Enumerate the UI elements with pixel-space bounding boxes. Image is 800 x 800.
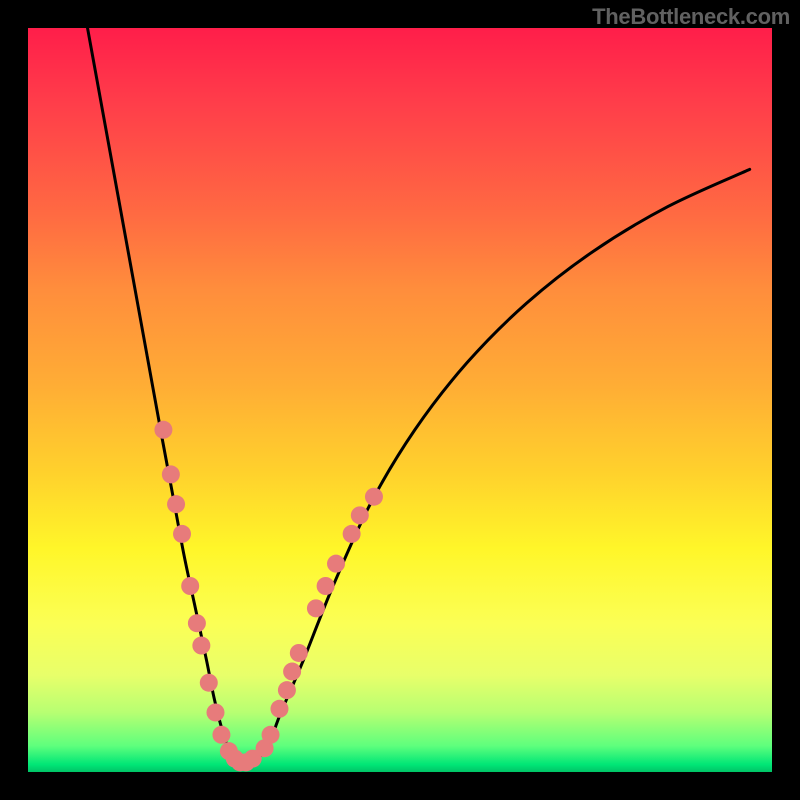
watermark-text: TheBottleneck.com <box>592 4 790 30</box>
chart-frame <box>0 0 800 800</box>
